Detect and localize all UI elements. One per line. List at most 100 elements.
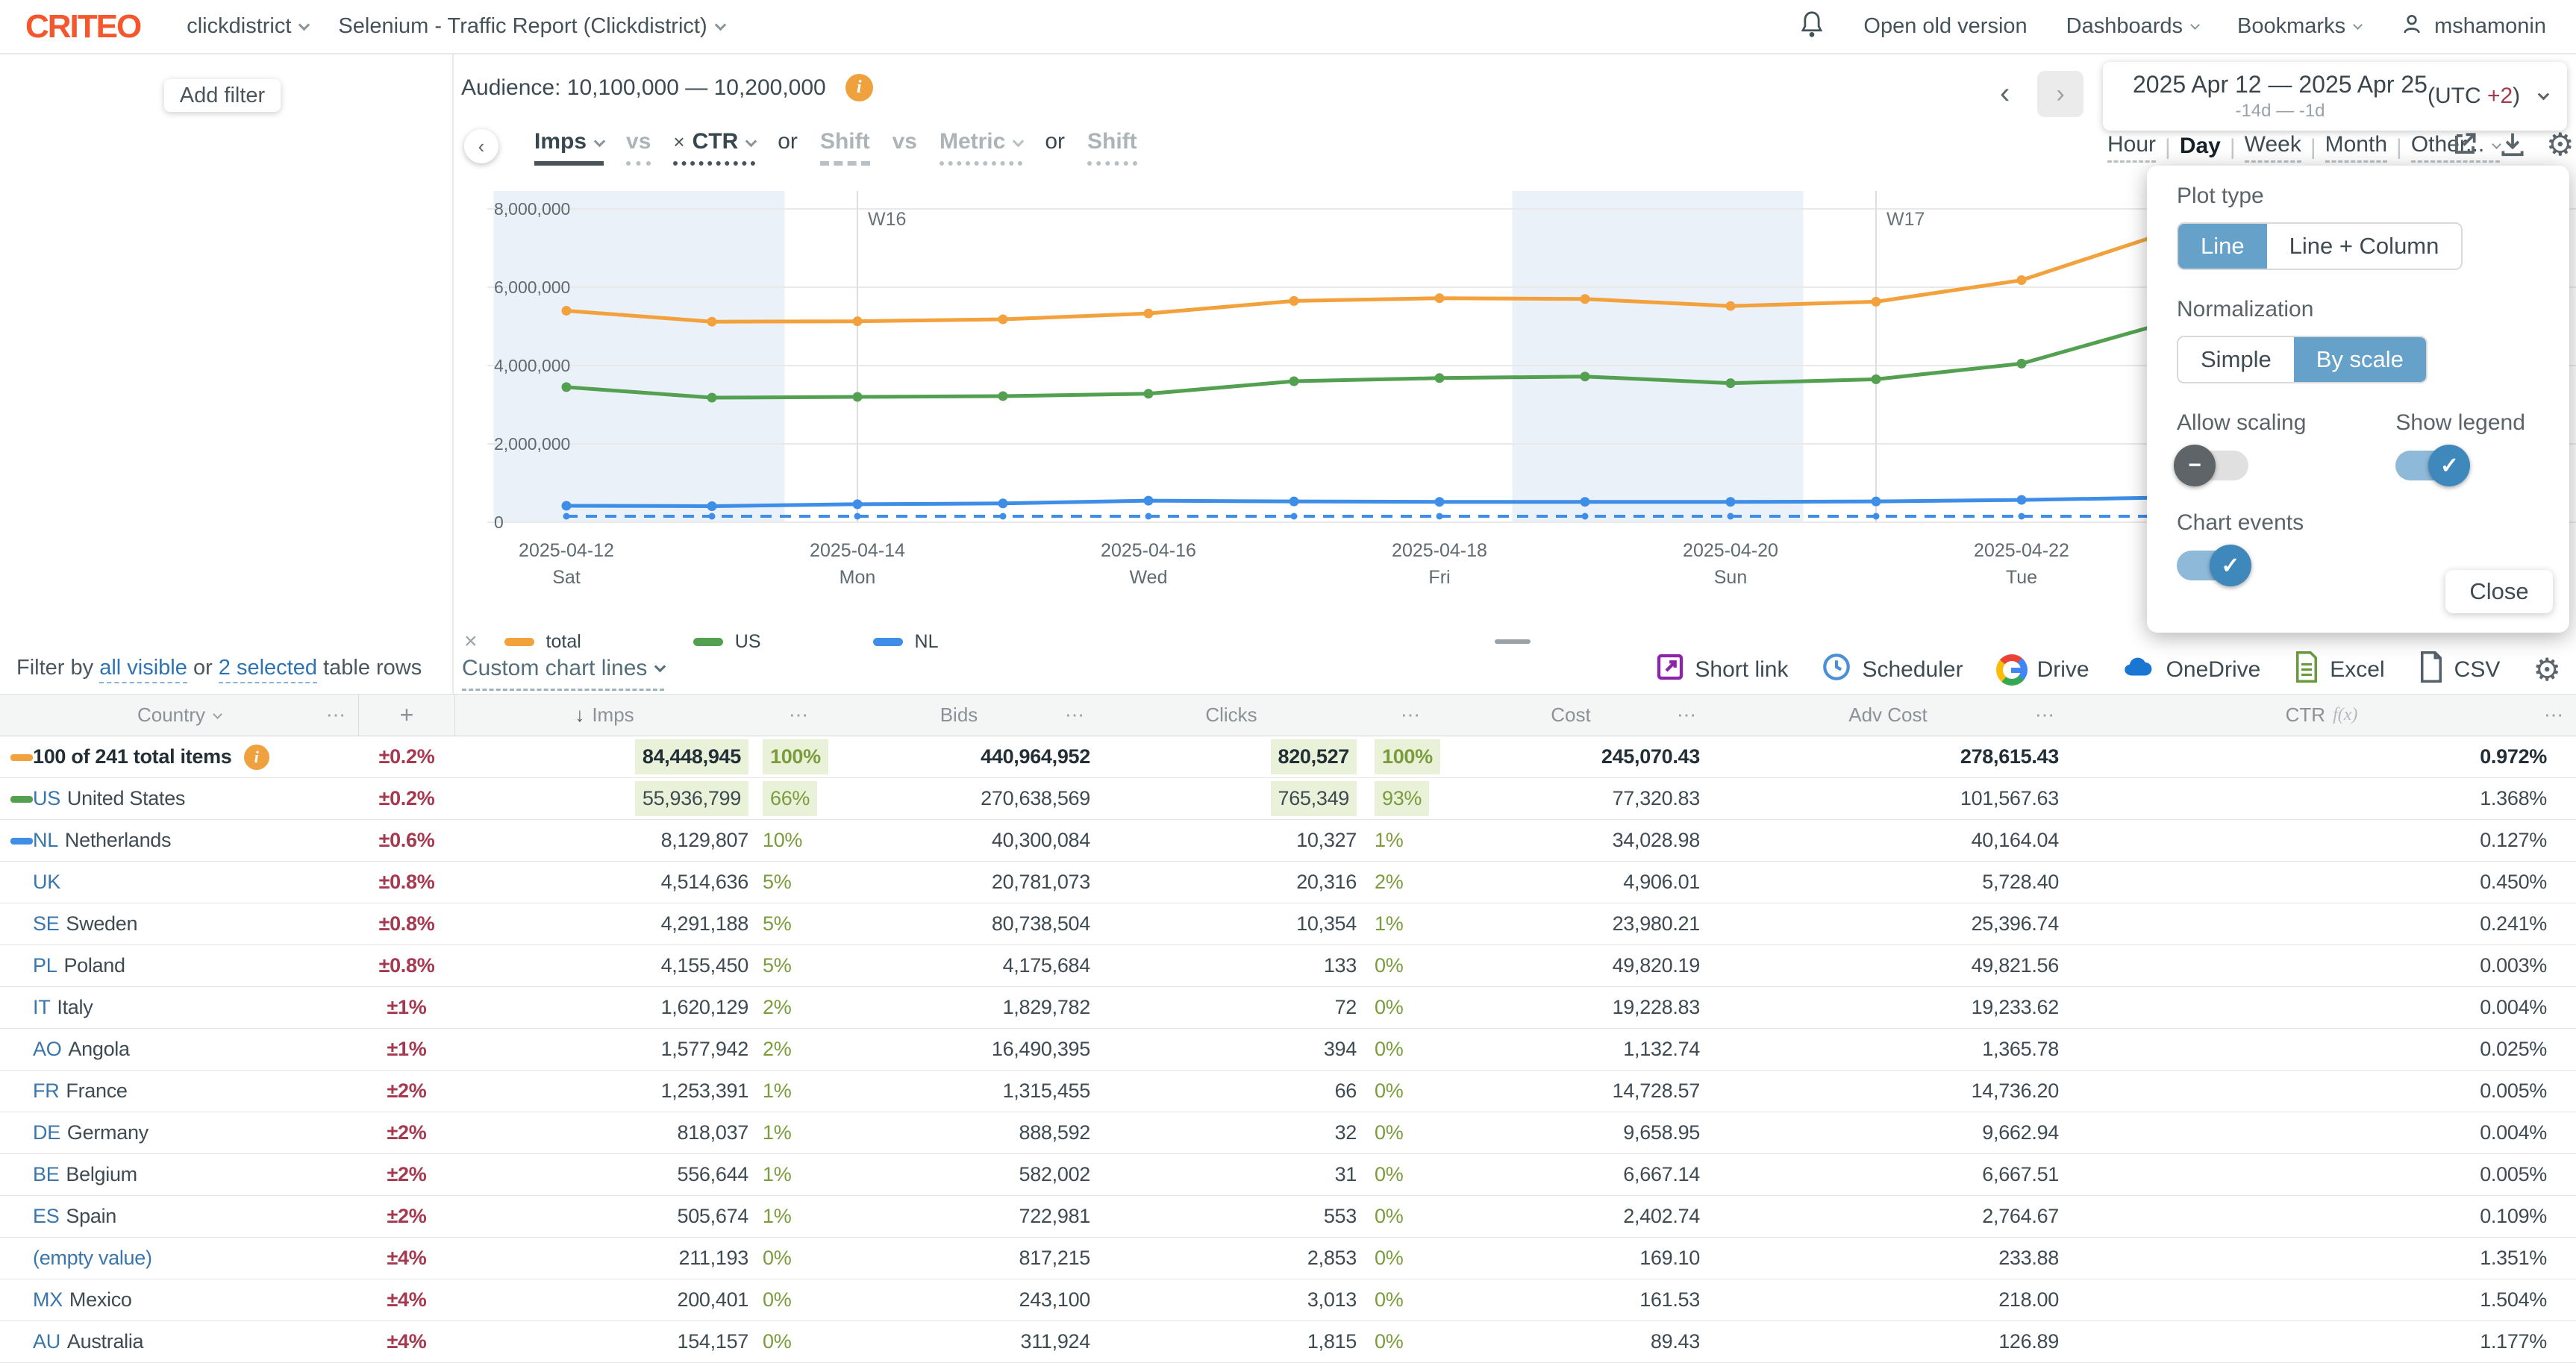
granularity-tab-week[interactable]: Week [2245,132,2301,163]
column-header-adv-cost[interactable]: Adv Cost ⋯ [1709,695,2067,736]
table-row[interactable]: UK ±0.8% 4,514,636 5% 20,781,073 20,316 … [0,862,2576,903]
show-legend-toggle[interactable]: ✓ [2395,451,2467,480]
filter-selected-link[interactable]: 2 selected [219,656,317,683]
table-row[interactable]: PL Poland ±0.8% 4,155,450 5% 4,175,684 1… [0,945,2576,987]
data-point[interactable] [1872,375,1881,384]
audience-info-icon[interactable]: i [845,74,873,101]
data-point[interactable] [998,315,1008,325]
plot-type-option-line[interactable]: Line [2178,224,2267,269]
column-menu-icon[interactable]: ⋯ [789,704,809,727]
table-row[interactable]: US United States ±0.2% 55,936,799 66% 27… [0,778,2576,820]
bookmarks-menu[interactable]: Bookmarks [2237,14,2361,39]
open-old-version-link[interactable]: Open old version [1863,14,2027,39]
data-point[interactable] [1581,294,1590,304]
data-point[interactable] [853,499,863,509]
table-row[interactable]: 100 of 241 total items i ±0.2% 84,448,94… [0,736,2576,778]
row-info-icon[interactable]: i [244,745,269,770]
data-point[interactable] [853,316,863,326]
data-point[interactable] [707,501,717,511]
data-point[interactable] [1144,389,1154,398]
user-menu[interactable]: mshamonin [2400,12,2546,42]
column-header-ctr[interactable]: CTRf(x) ⋯ [2067,695,2576,736]
table-row[interactable]: IT Italy ±1% 1,620,129 2% 1,829,782 72 0… [0,987,2576,1029]
data-point[interactable] [2017,275,2027,285]
export-excel-button[interactable]: Excel [2293,651,2384,689]
chart-resize-handle[interactable] [1495,639,1531,644]
table-row[interactable]: DE Germany ±2% 818,037 1% 888,592 32 0% … [0,1112,2576,1154]
table-settings-gear-icon[interactable]: ⚙ [2533,654,2561,686]
table-row[interactable]: MX Mexico ±4% 200,401 0% 243,100 3,013 0… [0,1279,2576,1321]
data-point[interactable] [562,306,572,316]
notifications-bell-icon[interactable] [1799,10,1825,43]
data-point[interactable] [562,382,572,392]
data-point[interactable] [562,501,572,510]
data-point[interactable] [1144,309,1154,319]
scheduler-button[interactable]: Scheduler [1821,651,1963,689]
date-range-picker[interactable]: 2025 Apr 12 — 2025 Apr 25 -14d — -1d (UT… [2103,62,2567,131]
metric-selector-imps[interactable]: Imps [534,129,604,166]
data-point[interactable] [1581,497,1590,507]
vs-toggle-1[interactable]: vs [626,129,651,166]
table-row[interactable]: AO Angola ±1% 1,577,942 2% 16,490,395 39… [0,1029,2576,1071]
granularity-tab-hour[interactable]: Hour [2107,132,2156,163]
plot-type-option-line---column[interactable]: Line + Column [2267,224,2462,269]
settings-close-button[interactable]: Close [2445,570,2553,613]
normalization-option-simple[interactable]: Simple [2178,337,2294,382]
account-selector[interactable]: clickdistrict [187,14,308,39]
collapse-chart-button[interactable]: ‹ [464,129,498,163]
column-header-imps[interactable]: ↓ Imps [455,695,754,736]
data-point[interactable] [1289,296,1299,306]
normalization-option-by-scale[interactable]: By scale [2294,337,2426,382]
download-icon[interactable] [2498,130,2527,160]
table-row[interactable]: BE Belgium ±2% 556,644 1% 582,002 31 0% … [0,1154,2576,1196]
export-onedrive-button[interactable]: OneDrive [2122,654,2261,686]
column-header-country[interactable]: Country ⋯ [0,695,358,736]
granularity-tab-day[interactable]: Day [2180,134,2221,162]
column-header-bids[interactable]: Bids ⋯ [821,695,1097,736]
add-filter-button[interactable]: Add filter [164,79,281,112]
table-row[interactable]: (empty value) ±4% 211,193 0% 817,215 2,8… [0,1238,2576,1279]
data-point[interactable] [1435,497,1445,507]
data-point[interactable] [2017,359,2027,369]
data-point[interactable] [1289,377,1299,386]
vs-toggle-2[interactable]: vs [892,129,917,161]
data-point[interactable] [1726,497,1736,507]
date-range-next-button[interactable]: › [2037,71,2083,117]
data-point[interactable] [1581,372,1590,381]
table-row[interactable]: NL Netherlands ±0.6% 8,129,807 10% 40,30… [0,820,2576,862]
data-point[interactable] [1872,497,1881,507]
date-range-prev-button[interactable]: ‹ [2000,77,2010,110]
open-in-new-icon[interactable] [2451,130,2479,160]
export-csv-button[interactable]: CSV [2418,651,2501,689]
data-point[interactable] [1435,293,1445,303]
table-row[interactable]: FR France ±2% 1,253,391 1% 1,315,455 66 … [0,1071,2576,1112]
metric-selector-extra[interactable]: Metric [940,129,1022,166]
shift-toggle-2[interactable]: Shift [1087,129,1137,166]
column-menu-icon[interactable]: ⋯ [2035,704,2055,727]
data-point[interactable] [998,498,1008,508]
granularity-tab-month[interactable]: Month [2325,132,2387,163]
column-menu-icon[interactable]: ⋯ [1065,704,1085,727]
data-point[interactable] [1872,297,1881,307]
short-link-button[interactable]: Short link [1655,652,1788,688]
custom-chart-lines-dropdown[interactable]: Custom chart lines [462,656,664,691]
export-drive-button[interactable]: Drive [1996,654,2089,686]
data-point[interactable] [1726,301,1736,311]
column-menu-icon[interactable]: ⋯ [1401,704,1421,727]
data-point[interactable] [2017,495,2027,505]
filter-all-visible-link[interactable]: all visible [99,656,187,683]
column-menu-icon[interactable]: ⋯ [326,704,346,727]
data-point[interactable] [707,393,717,403]
dashboards-menu[interactable]: Dashboards [2066,14,2198,39]
chart-settings-gear-icon[interactable]: ⚙ [2546,129,2575,160]
chart-events-toggle[interactable]: ✓ [2177,551,2248,580]
allow-scaling-toggle[interactable]: − [2177,451,2248,480]
column-header-clicks[interactable]: Clicks [1097,695,1366,736]
data-point[interactable] [998,391,1008,401]
remove-metric-icon[interactable]: × [673,131,684,154]
column-header-cost[interactable]: Cost ⋯ [1433,695,1709,736]
data-point[interactable] [707,317,717,327]
data-point[interactable] [1289,497,1299,507]
table-row[interactable]: AU Australia ±4% 154,157 0% 311,924 1,81… [0,1321,2576,1363]
data-point[interactable] [1144,496,1154,506]
